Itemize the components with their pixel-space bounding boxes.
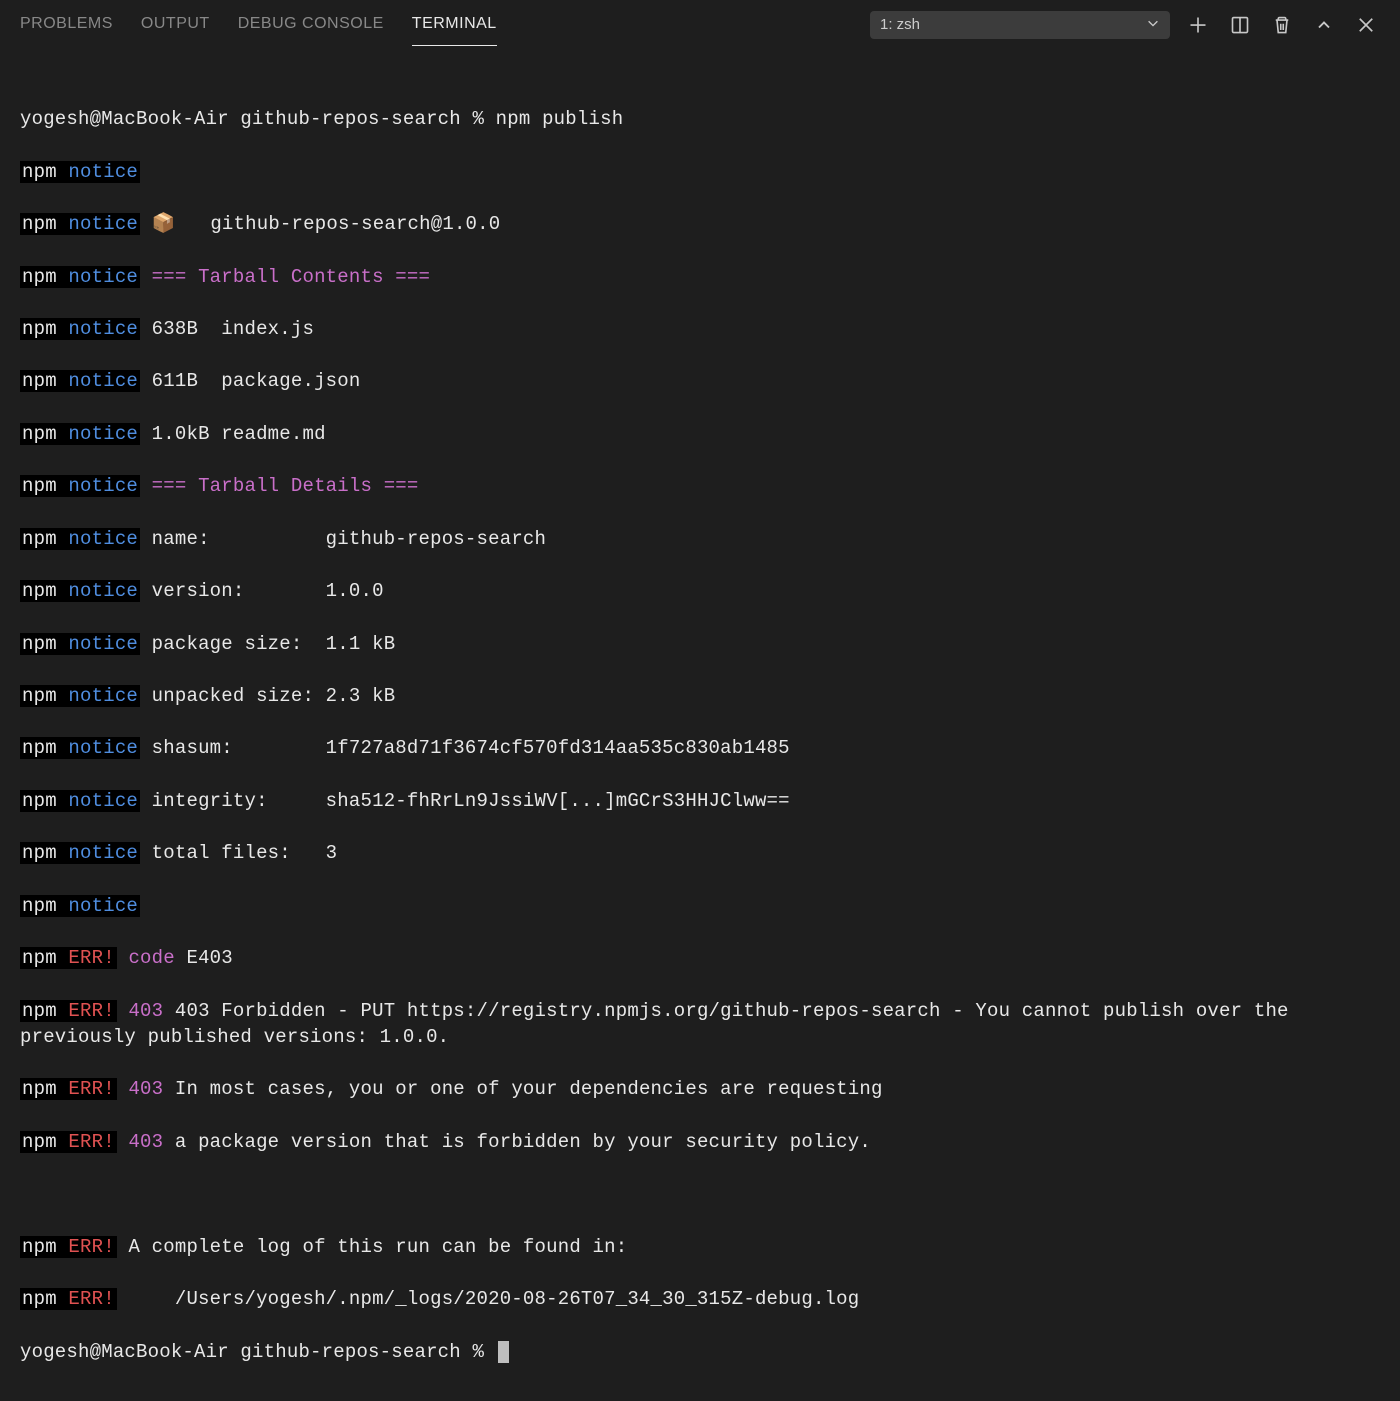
- err-status: 403: [128, 1131, 163, 1153]
- terminal-selector-dropdown[interactable]: 1: zsh: [870, 11, 1170, 39]
- npm-prefix: npm: [22, 1131, 57, 1153]
- terminal-text: github-repos-search@1.0.0: [176, 213, 501, 235]
- err-code-label: code: [128, 947, 174, 969]
- err-label: ERR!: [68, 947, 114, 969]
- terminal-prompt: yogesh@MacBook-Air github-repos-search %…: [20, 108, 623, 130]
- tab-problems[interactable]: PROBLEMS: [20, 3, 113, 46]
- maximize-panel-button[interactable]: [1310, 11, 1338, 39]
- npm-prefix: npm: [22, 1236, 57, 1258]
- notice-label: notice: [68, 790, 138, 812]
- err-label: ERR!: [68, 1131, 114, 1153]
- notice-label: notice: [68, 370, 138, 392]
- split-terminal-button[interactable]: [1226, 11, 1254, 39]
- notice-label: notice: [68, 161, 138, 183]
- terminal-text: In most cases, you or one of your depend…: [163, 1078, 882, 1100]
- npm-prefix: npm: [22, 790, 57, 812]
- terminal-text: version: 1.0.0: [152, 580, 384, 602]
- new-terminal-button[interactable]: [1184, 11, 1212, 39]
- terminal-text: a package version that is forbidden by y…: [163, 1131, 871, 1153]
- notice-label: notice: [68, 895, 138, 917]
- notice-label: notice: [68, 423, 138, 445]
- cursor-icon: [498, 1341, 509, 1363]
- err-status: 403: [128, 1000, 163, 1022]
- notice-label: notice: [68, 633, 138, 655]
- terminal-selector-label: 1: zsh: [880, 16, 920, 33]
- terminal-text: 403 Forbidden - PUT https://registry.npm…: [20, 1000, 1300, 1048]
- notice-label: notice: [68, 737, 138, 759]
- terminal-text: A complete log of this run can be found …: [117, 1236, 627, 1258]
- notice-label: notice: [68, 213, 138, 235]
- err-label: ERR!: [68, 1288, 114, 1310]
- notice-label: notice: [68, 842, 138, 864]
- chevron-down-icon: [1146, 16, 1160, 34]
- npm-prefix: npm: [22, 895, 57, 917]
- terminal-text: 611B package.json: [152, 370, 361, 392]
- terminal-text: name: github-repos-search: [152, 528, 546, 550]
- err-label: ERR!: [68, 1236, 114, 1258]
- tab-output[interactable]: OUTPUT: [141, 3, 210, 46]
- npm-prefix: npm: [22, 1078, 57, 1100]
- npm-prefix: npm: [22, 528, 57, 550]
- panel-tabs: PROBLEMS OUTPUT DEBUG CONSOLE TERMINAL: [20, 3, 870, 46]
- err-status: 403: [128, 1078, 163, 1100]
- terminal-output[interactable]: yogesh@MacBook-Air github-repos-search %…: [0, 50, 1400, 1401]
- npm-prefix: npm: [22, 266, 57, 288]
- npm-prefix: npm: [22, 161, 57, 183]
- terminal-text: 1.0kB readme.md: [152, 423, 326, 445]
- npm-prefix: npm: [22, 737, 57, 759]
- terminal-text: integrity: sha512-fhRrLn9JssiWV[...]mGCr…: [152, 790, 790, 812]
- kill-terminal-button[interactable]: [1268, 11, 1296, 39]
- npm-prefix: npm: [22, 318, 57, 340]
- tarball-contents-header: === Tarball Contents ===: [152, 266, 430, 288]
- notice-label: notice: [68, 318, 138, 340]
- npm-prefix: npm: [22, 580, 57, 602]
- notice-label: notice: [68, 580, 138, 602]
- terminal-text: E403: [175, 947, 233, 969]
- npm-prefix: npm: [22, 947, 57, 969]
- err-label: ERR!: [68, 1078, 114, 1100]
- npm-prefix: npm: [22, 475, 57, 497]
- notice-label: notice: [68, 266, 138, 288]
- terminal-text: unpacked size: 2.3 kB: [152, 685, 396, 707]
- notice-label: notice: [68, 528, 138, 550]
- notice-label: notice: [68, 685, 138, 707]
- terminal-text: package size: 1.1 kB: [152, 633, 396, 655]
- terminal-text: total files: 3: [152, 842, 338, 864]
- npm-prefix: npm: [22, 1288, 57, 1310]
- tarball-details-header: === Tarball Details ===: [152, 475, 419, 497]
- panel-header: PROBLEMS OUTPUT DEBUG CONSOLE TERMINAL 1…: [0, 0, 1400, 50]
- terminal-text: shasum: 1f727a8d71f3674cf570fd314aa535c8…: [152, 737, 790, 759]
- npm-prefix: npm: [22, 1000, 57, 1022]
- tab-terminal[interactable]: TERMINAL: [412, 3, 497, 46]
- tab-debug-console[interactable]: DEBUG CONSOLE: [238, 3, 384, 46]
- terminal-text: 638B index.js: [152, 318, 314, 340]
- npm-prefix: npm: [22, 370, 57, 392]
- close-panel-button[interactable]: [1352, 11, 1380, 39]
- notice-label: notice: [68, 475, 138, 497]
- terminal-text: /Users/yogesh/.npm/_logs/2020-08-26T07_3…: [117, 1288, 860, 1310]
- npm-prefix: npm: [22, 685, 57, 707]
- npm-prefix: npm: [22, 842, 57, 864]
- panel-controls: 1: zsh: [870, 11, 1380, 39]
- npm-prefix: npm: [22, 633, 57, 655]
- npm-prefix: npm: [22, 213, 57, 235]
- terminal-prompt: yogesh@MacBook-Air github-repos-search %: [20, 1341, 496, 1363]
- package-emoji-icon: 📦: [152, 213, 176, 235]
- npm-prefix: npm: [22, 423, 57, 445]
- err-label: ERR!: [68, 1000, 114, 1022]
